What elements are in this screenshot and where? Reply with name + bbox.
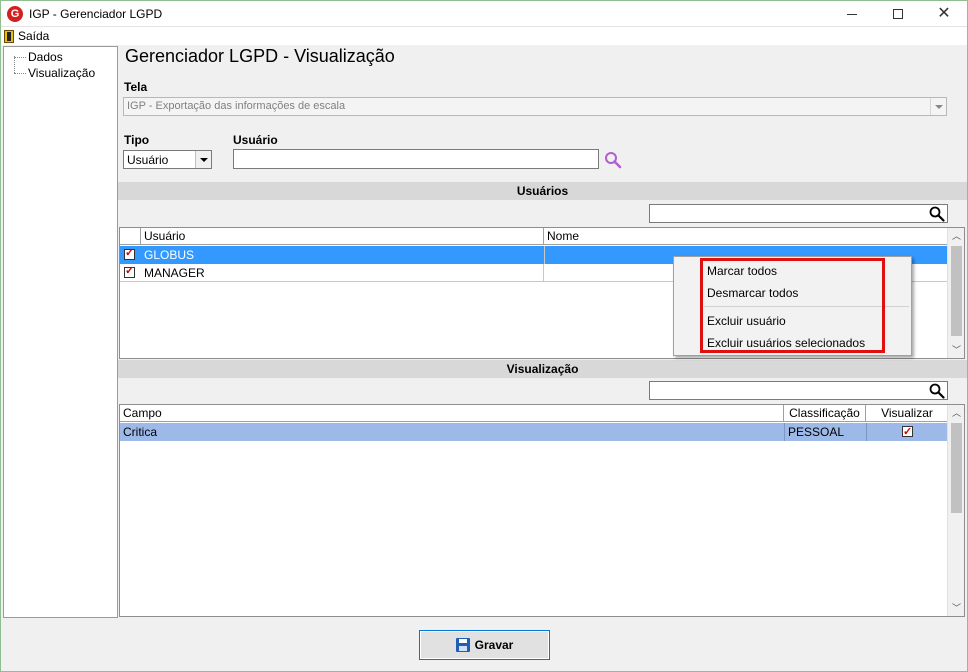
page-title: Gerenciador LGPD - Visualização <box>125 46 395 66</box>
tipo-label: Tipo <box>124 133 150 147</box>
highlight-annotation-box <box>700 258 885 353</box>
tree-item-visualizacao[interactable]: Visualização <box>14 66 95 80</box>
scroll-thumb[interactable] <box>951 423 962 513</box>
cell-classificacao: PESSOAL <box>784 423 866 441</box>
tipo-select[interactable]: Usuário <box>123 150 212 169</box>
save-floppy-icon <box>455 638 470 652</box>
title-bar: G IGP - Gerenciador LGPD ✕ <box>1 1 967 27</box>
row-checkbox[interactable] <box>124 246 135 260</box>
menu-item-saida-label: Saída <box>18 29 50 43</box>
tree-item-label: Visualização <box>28 66 96 80</box>
row-checkbox[interactable] <box>124 264 135 278</box>
view-filter-input[interactable] <box>649 381 948 400</box>
checkbox-column-header <box>120 228 141 245</box>
table-row[interactable]: Critica PESSOAL <box>120 423 948 441</box>
view-grid-header: Campo Classificação Visualizar <box>120 405 948 422</box>
exit-door-icon <box>4 29 14 43</box>
search-user-icon[interactable] <box>604 151 622 169</box>
users-filter-input[interactable] <box>649 204 948 223</box>
column-header-campo[interactable]: Campo <box>120 405 784 422</box>
app-logo-icon: G <box>7 6 23 22</box>
column-header-nome[interactable]: Nome <box>544 228 948 245</box>
maximize-icon <box>893 9 903 19</box>
tela-label: Tela <box>124 80 148 94</box>
visualizar-checkbox[interactable] <box>902 423 913 441</box>
save-button[interactable]: Gravar <box>419 630 550 660</box>
chevron-down-icon <box>199 157 208 162</box>
close-button[interactable]: ✕ <box>921 1 967 27</box>
navigation-tree: Dados Visualização <box>3 46 118 618</box>
cell-visualizar <box>866 423 948 441</box>
users-grid-scrollbar[interactable]: ︿ ﹀ <box>947 228 964 358</box>
menu-bar: Saída <box>1 27 967 45</box>
tipo-select-value: Usuário <box>127 153 169 167</box>
minimize-button[interactable] <box>829 1 875 27</box>
minimize-icon <box>847 13 857 15</box>
scroll-thumb[interactable] <box>951 246 962 336</box>
tipo-dropdown-button[interactable] <box>195 151 211 168</box>
tela-select[interactable]: IGP - Exportação das informações de esca… <box>123 97 947 116</box>
main-window: G IGP - Gerenciador LGPD ✕ Saída Dados V… <box>0 0 968 672</box>
column-header-classificacao[interactable]: Classificação <box>784 405 866 422</box>
usuario-input[interactable] <box>233 149 599 169</box>
users-section-header: Usuários <box>118 182 967 200</box>
search-icon[interactable] <box>929 383 945 399</box>
tela-select-value: IGP - Exportação das informações de esca… <box>127 100 346 112</box>
tree-branch-line <box>14 56 26 58</box>
cell-usuario: GLOBUS <box>144 248 195 262</box>
save-button-label: Gravar <box>474 638 514 652</box>
usuario-label: Usuário <box>233 133 278 147</box>
chevron-down-icon <box>934 104 943 109</box>
column-header-visualizar[interactable]: Visualizar <box>866 405 948 422</box>
cell-usuario: MANAGER <box>141 264 544 282</box>
close-icon: ✕ <box>937 5 951 22</box>
menu-item-saida[interactable]: Saída <box>4 28 49 44</box>
view-grid: Campo Classificação Visualizar Critica P… <box>119 404 965 617</box>
tree-branch-line <box>14 72 26 74</box>
search-icon[interactable] <box>929 206 945 222</box>
scroll-down-icon[interactable]: ﹀ <box>952 604 961 613</box>
scroll-up-icon[interactable]: ︿ <box>952 232 961 241</box>
column-header-usuario[interactable]: Usuário <box>141 228 544 245</box>
view-grid-scrollbar[interactable]: ︿ ﹀ <box>947 405 964 616</box>
tree-item-dados[interactable]: Dados <box>14 50 63 64</box>
scroll-up-icon[interactable]: ︿ <box>952 409 961 418</box>
tela-dropdown-button[interactable] <box>930 98 946 115</box>
users-grid-header: Usuário Nome <box>120 228 948 245</box>
view-section-header: Visualização <box>118 360 967 378</box>
maximize-button[interactable] <box>875 1 921 27</box>
scroll-down-icon[interactable]: ﹀ <box>952 346 961 355</box>
cell-campo: Critica <box>123 425 158 439</box>
window-title: IGP - Gerenciador LGPD <box>29 7 163 21</box>
tree-item-label: Dados <box>28 50 63 64</box>
